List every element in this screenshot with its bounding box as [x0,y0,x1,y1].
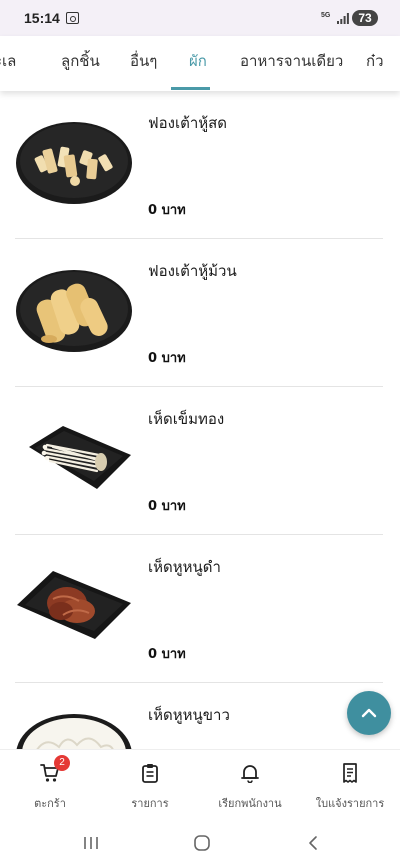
nav-label: ใบแจ้งรายการ [315,797,385,810]
nav-cart[interactable]: 2 ตะกร้า [0,750,100,820]
product-item-white-fungus[interactable]: เห็ดหูหนูขาว [15,683,383,749]
receipt-icon [343,763,357,783]
back-icon[interactable] [306,835,320,851]
nav-orders[interactable]: รายการ [100,750,200,820]
enoki-mushroom-plate-icon [29,426,131,489]
cart-count-badge: 2 [54,755,70,771]
scroll-to-top-button[interactable] [347,691,391,735]
signal-icon [337,13,349,24]
product-name: เห็ดเข็มทอง [148,410,225,428]
product-list: ฟองเต้าหู้สด 0 บาท ฟองเต้าหู้ม้วน 0 บาท [0,91,400,749]
tab-others[interactable]: อื่นๆ [130,36,157,91]
tab-meatballs[interactable]: ลูกชิ้น [61,36,100,91]
bell-icon [241,765,259,783]
nav-label: รายการ [131,797,169,810]
status-bar: 15:14 5G 73 [0,0,400,36]
fresh-tofu-skin-plate-icon [16,122,132,204]
product-item-enoki-mushroom[interactable]: เห็ดเข็มทอง 0 บาท [15,387,383,535]
category-tabs: ะเล ลูกชิ้น อื่นๆ ผัก อาหารจานเดียว ก๋ว [0,36,400,91]
tab-seafood[interactable]: ะเล [0,36,16,91]
nav-bill[interactable]: ใบแจ้งรายการ [300,750,400,820]
screenshot-icon [66,12,79,24]
tab-vegetables[interactable]: ผัก [189,36,207,91]
product-name: ฟองเต้าหู้ม้วน [148,262,237,280]
product-price: 0 บาท [148,499,186,514]
network-type-label: 5G [321,12,331,19]
product-item-fresh-tofu-skin[interactable]: ฟองเต้าหู้สด 0 บาท [15,91,383,239]
status-time: 15:14 [24,10,60,26]
system-navigation-bar [0,819,400,867]
product-item-rolled-tofu-skin[interactable]: ฟองเต้าหู้ม้วน 0 บาท [15,239,383,387]
clipboard-icon [142,764,158,783]
black-fungus-plate-icon [17,571,131,639]
battery-indicator: 73 [352,10,378,26]
recent-apps-icon[interactable] [82,835,100,851]
product-price: 0 บาท [148,647,186,662]
product-name: เห็ดหูหนูขาว [148,706,230,724]
product-price: 0 บาท [148,203,186,218]
product-name: เห็ดหูหนูดำ [148,558,221,576]
product-name: ฟองเต้าหู้สด [148,114,228,132]
nav-call-staff[interactable]: เรียกพนักงาน [200,750,300,820]
tab-single-dish[interactable]: อาหารจานเดียว [240,36,343,91]
home-icon[interactable] [193,835,211,851]
nav-label: เรียกพนักงาน [218,797,282,810]
nav-label: ตะกร้า [34,797,66,810]
bottom-navigation: 2 ตะกร้า รายการ เรียกพนักงาน ใบแจ้งรายกา… [0,749,400,819]
product-price: 0 บาท [148,351,186,366]
active-tab-indicator [171,87,210,90]
rolled-tofu-skin-plate-icon [16,270,132,352]
tab-noodles[interactable]: ก๋ว [366,36,384,91]
chevron-up-icon [361,708,377,718]
white-fungus-plate-icon [16,714,132,749]
product-item-black-fungus[interactable]: เห็ดหูหนูดำ 0 บาท [15,535,383,683]
